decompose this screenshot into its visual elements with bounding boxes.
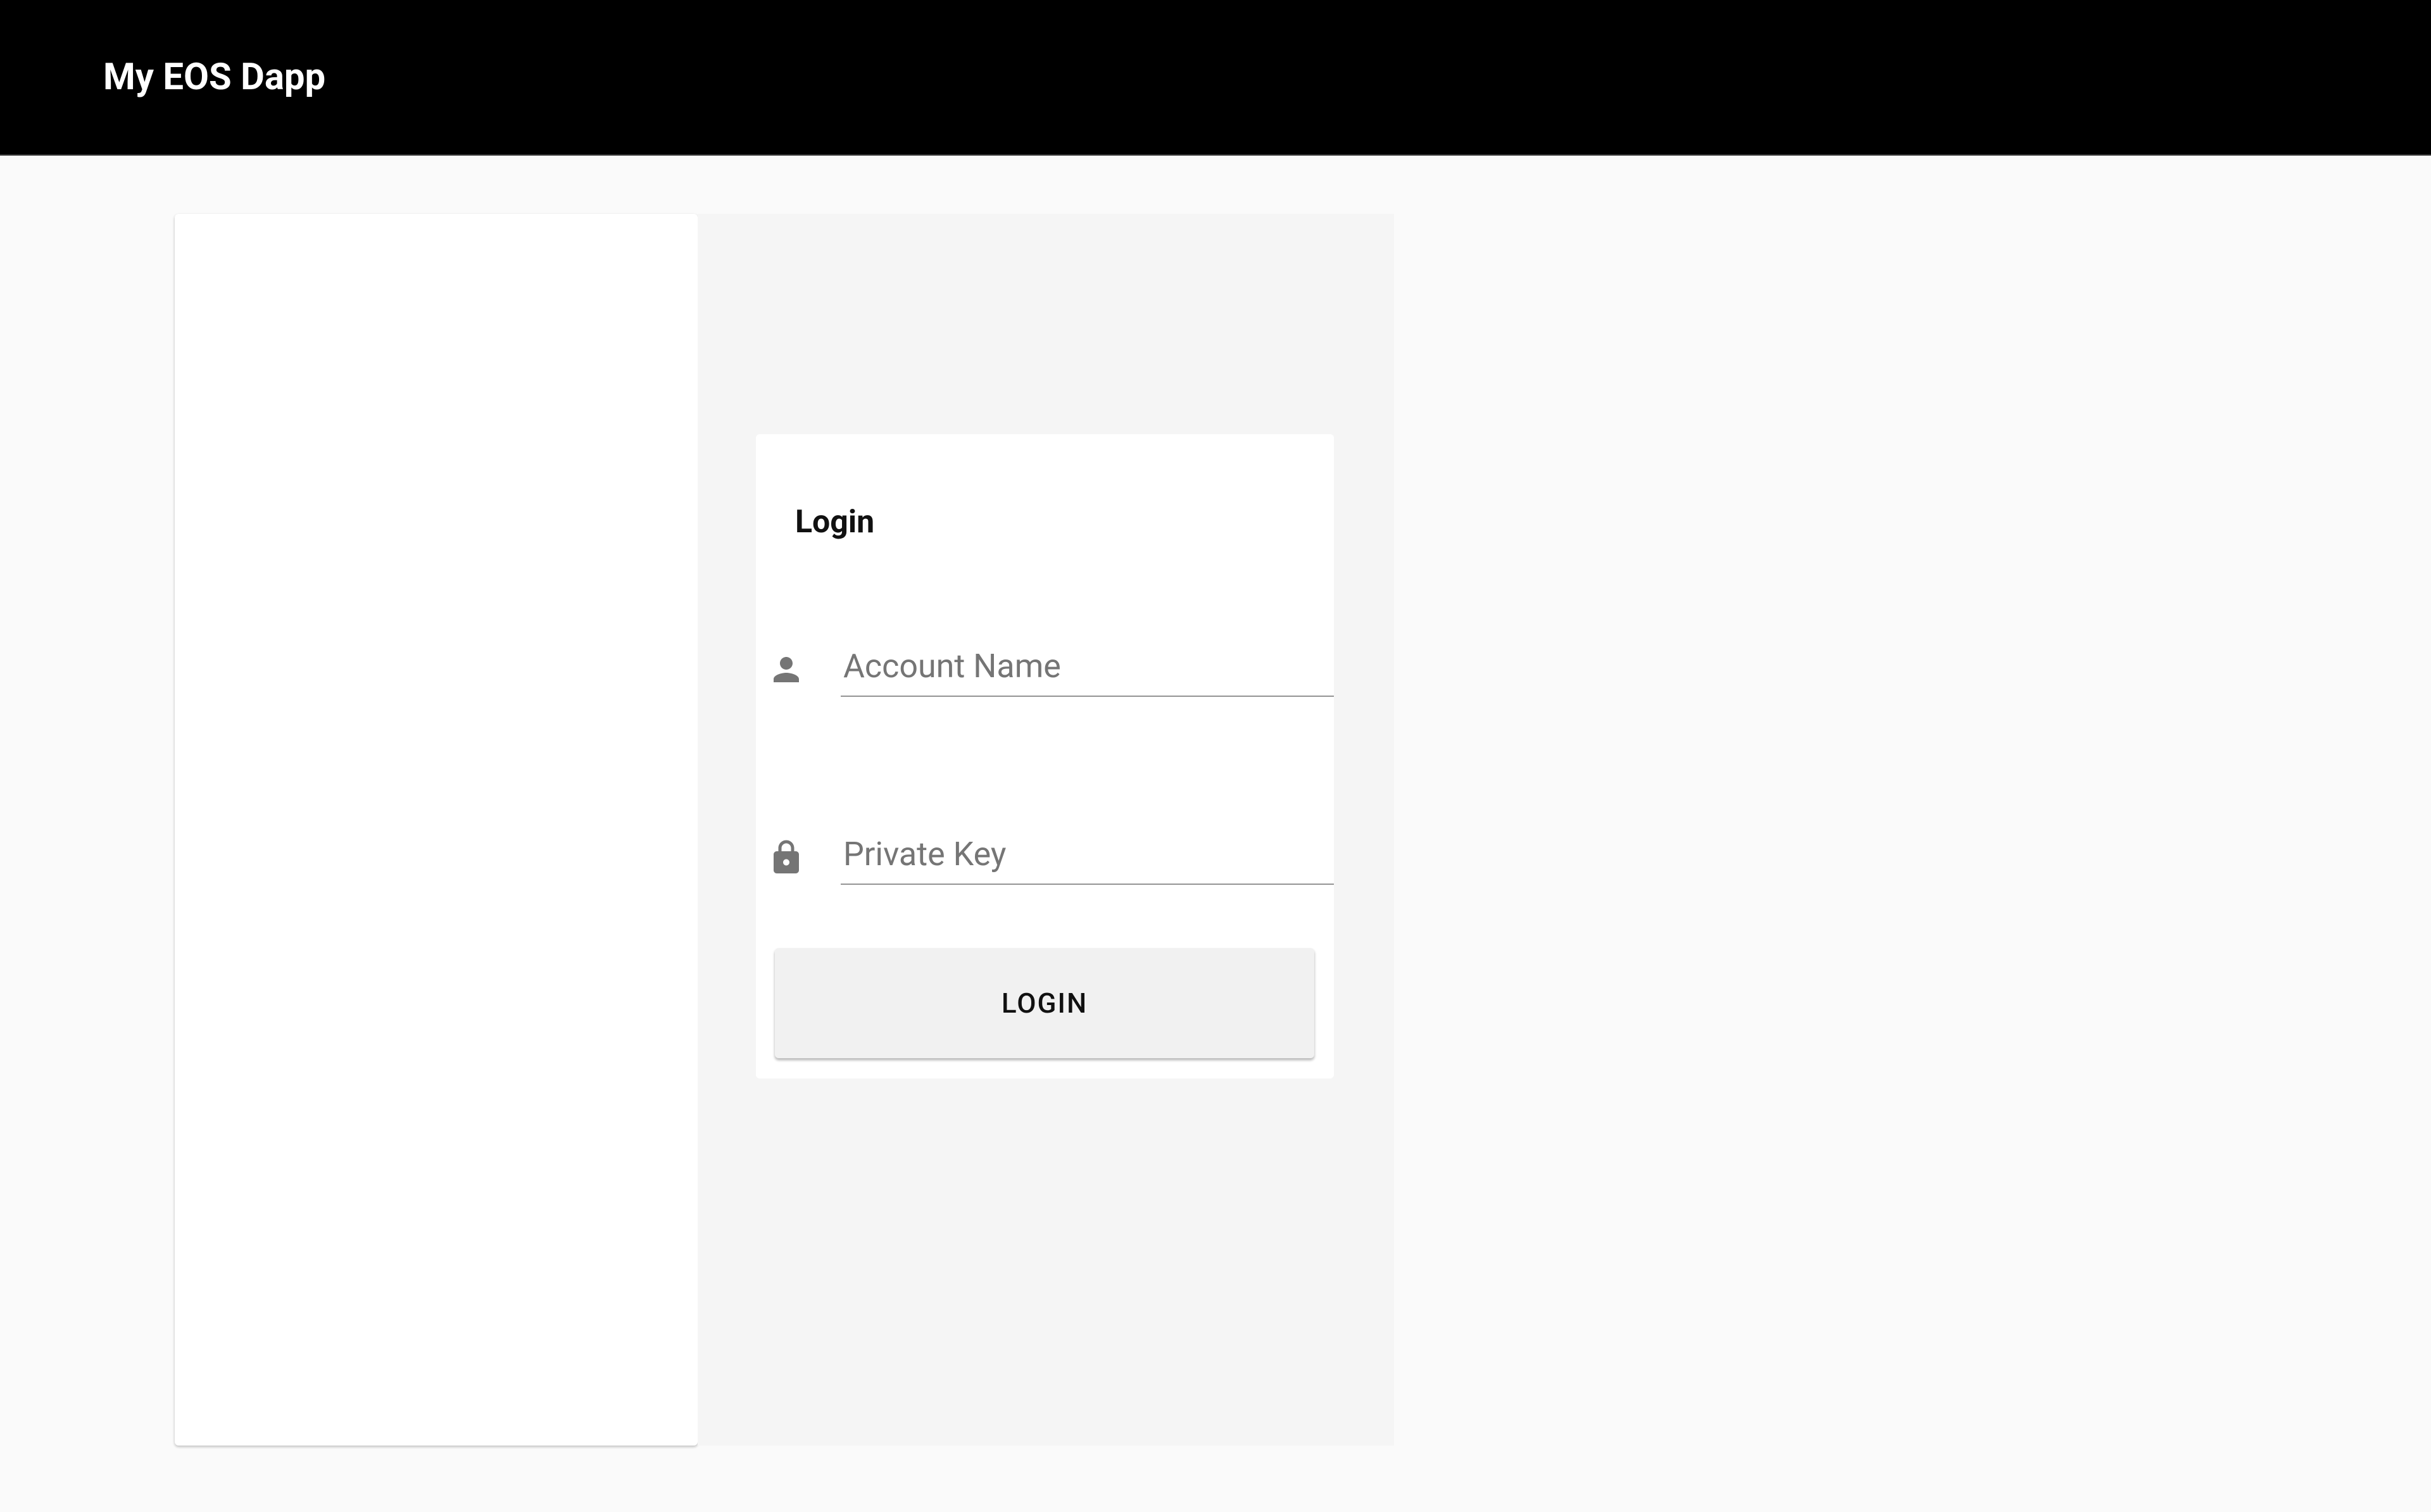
account-name-field-row (756, 642, 1334, 697)
lock-icon (767, 839, 805, 877)
private-key-field-row (756, 830, 1334, 885)
right-panel: Login LOGIN (698, 214, 1394, 1446)
login-button[interactable]: LOGIN (775, 948, 1314, 1058)
login-card-title: Login (756, 504, 1334, 540)
left-empty-card (175, 214, 698, 1446)
person-icon (767, 651, 805, 689)
app-title: My EOS Dapp (103, 56, 325, 99)
app-header: My EOS Dapp (0, 0, 2431, 156)
private-key-input[interactable] (841, 830, 1334, 885)
login-card: Login LOGIN (756, 434, 1334, 1078)
account-name-input[interactable] (841, 642, 1334, 697)
main-content: Login LOGIN (0, 156, 2431, 1446)
